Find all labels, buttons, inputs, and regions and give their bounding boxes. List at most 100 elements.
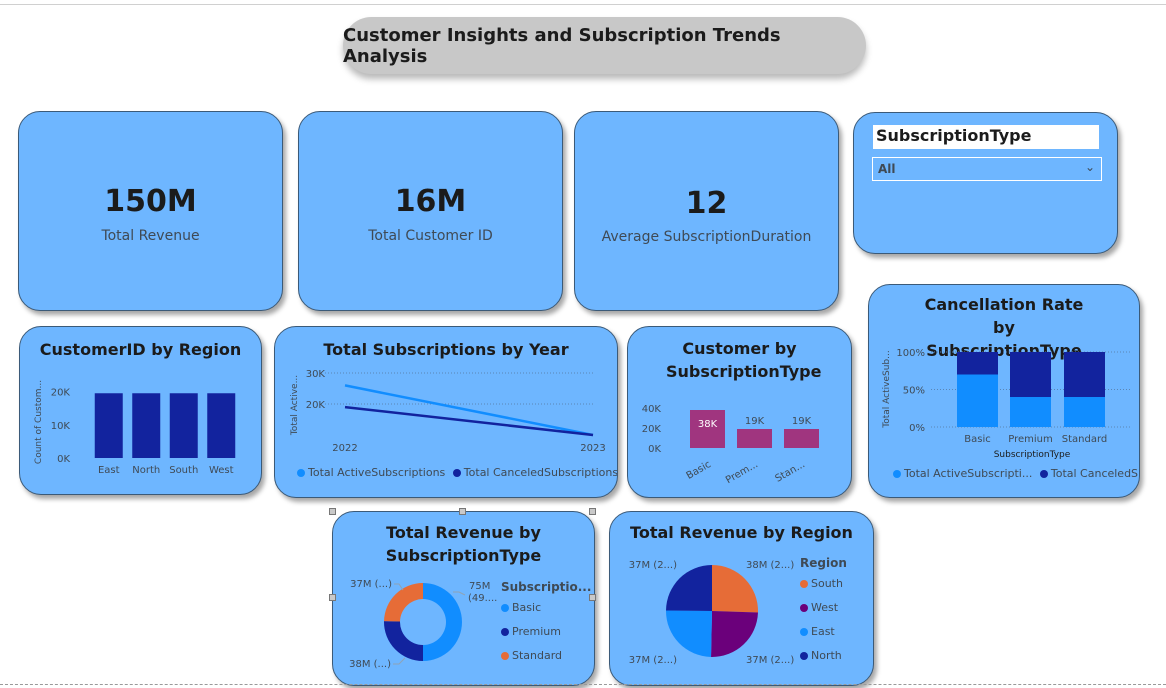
legend-dot — [800, 580, 808, 588]
chevron-down-icon: ⌄ — [1084, 160, 1095, 174]
data-label: 38M (...) — [349, 659, 391, 670]
bar-segment — [957, 374, 998, 427]
legend-item[interactable]: Premium — [501, 620, 591, 644]
resize-handle[interactable] — [329, 594, 336, 601]
pie-slice — [712, 565, 758, 613]
legend-label: Total ActiveSubscriptions — [308, 466, 446, 479]
data-label: 37M (2...) — [629, 560, 677, 571]
y-tick-label: 20K — [51, 388, 71, 399]
bar-segment — [1010, 352, 1051, 397]
x-axis-label: SubscriptionType — [994, 450, 1071, 460]
legend-label: Total CanceledS... — [1050, 467, 1140, 480]
data-label: 37M (2...) — [746, 655, 794, 666]
y-axis-label: Total ActiveSub... — [882, 350, 892, 428]
chart-card-subscriptions-by-year[interactable]: Total Subscriptions by Year Total Active… — [274, 326, 618, 498]
legend-title: Region — [800, 556, 847, 570]
x-tick-label: North — [132, 465, 160, 476]
page-title: Customer Insights and Subscription Trend… — [343, 17, 866, 74]
legend-label: Premium — [512, 625, 561, 638]
legend-item[interactable]: Total ActiveSubscriptions — [297, 466, 445, 479]
x-tick-label: Prem... — [724, 459, 760, 486]
x-tick-label: Stan... — [774, 459, 807, 485]
legend-item[interactable]: North — [800, 644, 847, 668]
x-tick-label: West — [209, 465, 234, 476]
x-tick-label: 2022 — [332, 443, 357, 454]
customer-by-region-chart: Count of Custom... 0K 10K 20K East North Sout… — [34, 380, 236, 476]
bar — [94, 393, 123, 458]
kpi-label: Total Revenue — [101, 228, 200, 244]
slicer-selected-value: All — [878, 162, 896, 176]
kpi-card-total-customer-id[interactable]: 16M Total Customer ID — [298, 111, 563, 311]
y-axis-label: Count of Custom... — [34, 380, 44, 464]
legend-item[interactable]: South — [800, 572, 847, 596]
x-tick-label: Premium — [1008, 434, 1053, 445]
x-tick-label: South — [169, 465, 198, 476]
kpi-value: 12 — [685, 186, 728, 221]
y-tick-label: 100% — [896, 348, 925, 359]
data-label: (49.... — [468, 593, 497, 604]
resize-handle[interactable] — [459, 508, 466, 515]
y-tick-label: 30K — [306, 369, 326, 380]
legend-item[interactable]: East — [800, 620, 847, 644]
chart-card-customer-by-region[interactable]: CustomerID by Region Count of Custom... … — [19, 326, 262, 495]
data-label: 37M (...) — [350, 579, 392, 590]
chart-card-revenue-by-type[interactable]: Total Revenue by SubscriptionType 75M (49… — [332, 511, 595, 686]
bar — [784, 429, 819, 448]
leader-line — [394, 583, 404, 591]
legend-label: North — [811, 649, 842, 662]
legend-dot — [501, 652, 509, 660]
legend-label: Total ActiveSubscripti... — [904, 467, 1033, 480]
resize-handle[interactable] — [589, 508, 596, 515]
y-tick-label: 20K — [306, 400, 326, 411]
legend-dot — [1039, 470, 1048, 478]
data-label: 38M (2...) — [746, 560, 794, 571]
y-tick-label: 20K — [642, 424, 662, 435]
slicer-dropdown[interactable]: All ⌄ — [872, 157, 1102, 181]
chart-card-customer-by-type[interactable]: Customer by SubscriptionType 0K 20K 40K 38K… — [627, 326, 852, 498]
legend-item[interactable]: West — [800, 596, 847, 620]
bar-segment — [1064, 397, 1105, 427]
donut-slice — [384, 621, 423, 661]
leader-line — [393, 657, 406, 665]
chart-card-revenue-by-region[interactable]: Total Revenue by Region 38M (2...) 37M (2… — [609, 511, 874, 686]
legend-item[interactable]: Total CanceledSubscriptions — [452, 466, 617, 479]
resize-handle[interactable] — [329, 508, 336, 515]
x-tick-label: 2023 — [580, 443, 605, 454]
slicer-title: SubscriptionType — [873, 125, 1099, 149]
x-tick-label: Standard — [1062, 434, 1108, 445]
bar — [737, 429, 772, 448]
legend-dot — [501, 604, 509, 612]
legend-dot — [501, 628, 509, 636]
kpi-card-avg-subscription-duration[interactable]: 12 Average SubscriptionDuration — [574, 111, 839, 311]
kpi-value: 150M — [104, 184, 197, 219]
bar — [207, 393, 236, 458]
data-label: 19K — [745, 416, 765, 427]
x-tick-label: Basic — [964, 434, 990, 445]
legend-label: Basic — [512, 601, 542, 614]
legend-item[interactable]: Basic — [501, 596, 591, 620]
legend-dot — [800, 628, 808, 636]
bar-segment — [1010, 397, 1051, 427]
kpi-card-total-revenue[interactable]: 150M Total Revenue — [18, 111, 283, 311]
kpi-label: Average SubscriptionDuration — [601, 229, 812, 245]
legend-item[interactable]: Standard — [501, 644, 591, 668]
resize-handle[interactable] — [589, 594, 596, 601]
y-tick-label: 50% — [903, 386, 925, 397]
y-tick-label: 0K — [57, 454, 70, 465]
chart-legend: Total ActiveSubscripti... Total Canceled… — [893, 467, 1140, 480]
legend-item[interactable]: Total CanceledS... — [1039, 467, 1140, 480]
pie-slice — [711, 611, 758, 657]
chart-legend: Subscriptio... Basic Premium Standard — [501, 578, 591, 668]
customer-by-type-chart: 0K 20K 40K 38K Basic 19K Prem... 19K Stan... — [642, 404, 819, 486]
subscription-type-slicer[interactable]: SubscriptionType All ⌄ — [853, 112, 1118, 254]
kpi-value: 16M — [394, 184, 467, 219]
bottom-border — [0, 684, 1166, 688]
chart-card-cancellation-rate[interactable]: Cancellation Rate by SubscriptionType To… — [868, 284, 1140, 498]
bar-segment — [1064, 352, 1105, 397]
y-tick-label: 10K — [51, 421, 71, 432]
pie-slice — [666, 565, 712, 611]
chart-legend: Region South West East North — [800, 554, 847, 668]
legend-item[interactable]: Total ActiveSubscripti... — [893, 467, 1032, 480]
legend-label: South — [811, 577, 843, 590]
kpi-label: Total Customer ID — [368, 228, 493, 244]
